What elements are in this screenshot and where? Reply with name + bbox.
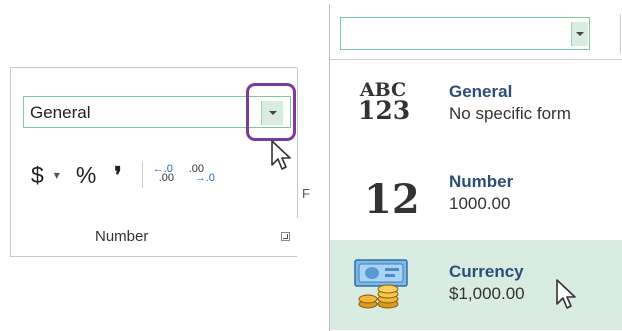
- number-format-dropdown-panel: ABC 123 General No specific form 12 Numb…: [329, 4, 622, 331]
- mouse-pointer-icon: [556, 279, 576, 309]
- increase-decimal-button[interactable]: ←.0 .00: [153, 163, 179, 187]
- format-option-currency[interactable]: Currency $1,000.00: [330, 240, 622, 330]
- format-options-list: ABC 123 General No specific form 12 Numb…: [330, 59, 622, 330]
- number-format-button-row: $ ▾ % ❜ ←.0 .00 .00 →.0: [31, 160, 215, 190]
- format-option-general[interactable]: ABC 123 General No specific form: [330, 60, 622, 150]
- dropdown-highlight-ring: [246, 83, 296, 141]
- number-format-value: General: [30, 103, 91, 122]
- number-format-dropdown-button[interactable]: [571, 22, 588, 46]
- format-option-description: 1000.00: [449, 194, 511, 213]
- format-option-title: Number: [449, 172, 514, 191]
- format-option-description: No specific form: [449, 104, 571, 123]
- chevron-down-icon: [576, 32, 584, 36]
- abc-123-icon: ABC 123: [358, 79, 411, 125]
- decrease-decimal-button[interactable]: .00 →.0: [189, 163, 215, 187]
- accounting-format-button[interactable]: $: [31, 162, 44, 189]
- number-12-icon: 12: [364, 176, 420, 223]
- group-label-number: Number: [95, 228, 149, 245]
- button-separator: [141, 162, 143, 188]
- format-option-description: $1,000.00: [449, 284, 525, 303]
- currency-money-icon: [354, 259, 408, 309]
- format-option-number[interactable]: 12 Number 1000.00: [330, 150, 622, 240]
- format-option-title: Currency: [449, 262, 524, 281]
- number-ribbon-group: General $ ▾ % ❜ ←.0 .00 .00 →.0 Number: [10, 67, 298, 257]
- accounting-dropdown-arrow-icon[interactable]: ▾: [54, 168, 60, 182]
- dialog-launcher-icon[interactable]: [281, 232, 290, 241]
- percent-style-button[interactable]: %: [76, 162, 96, 189]
- mouse-pointer-icon: [271, 140, 291, 170]
- format-option-title: General: [449, 82, 513, 101]
- next-group-partial-label: F: [302, 186, 310, 201]
- header-divider: [620, 14, 621, 54]
- comma-style-button[interactable]: ❜: [114, 162, 121, 189]
- number-format-combobox[interactable]: [340, 17, 590, 50]
